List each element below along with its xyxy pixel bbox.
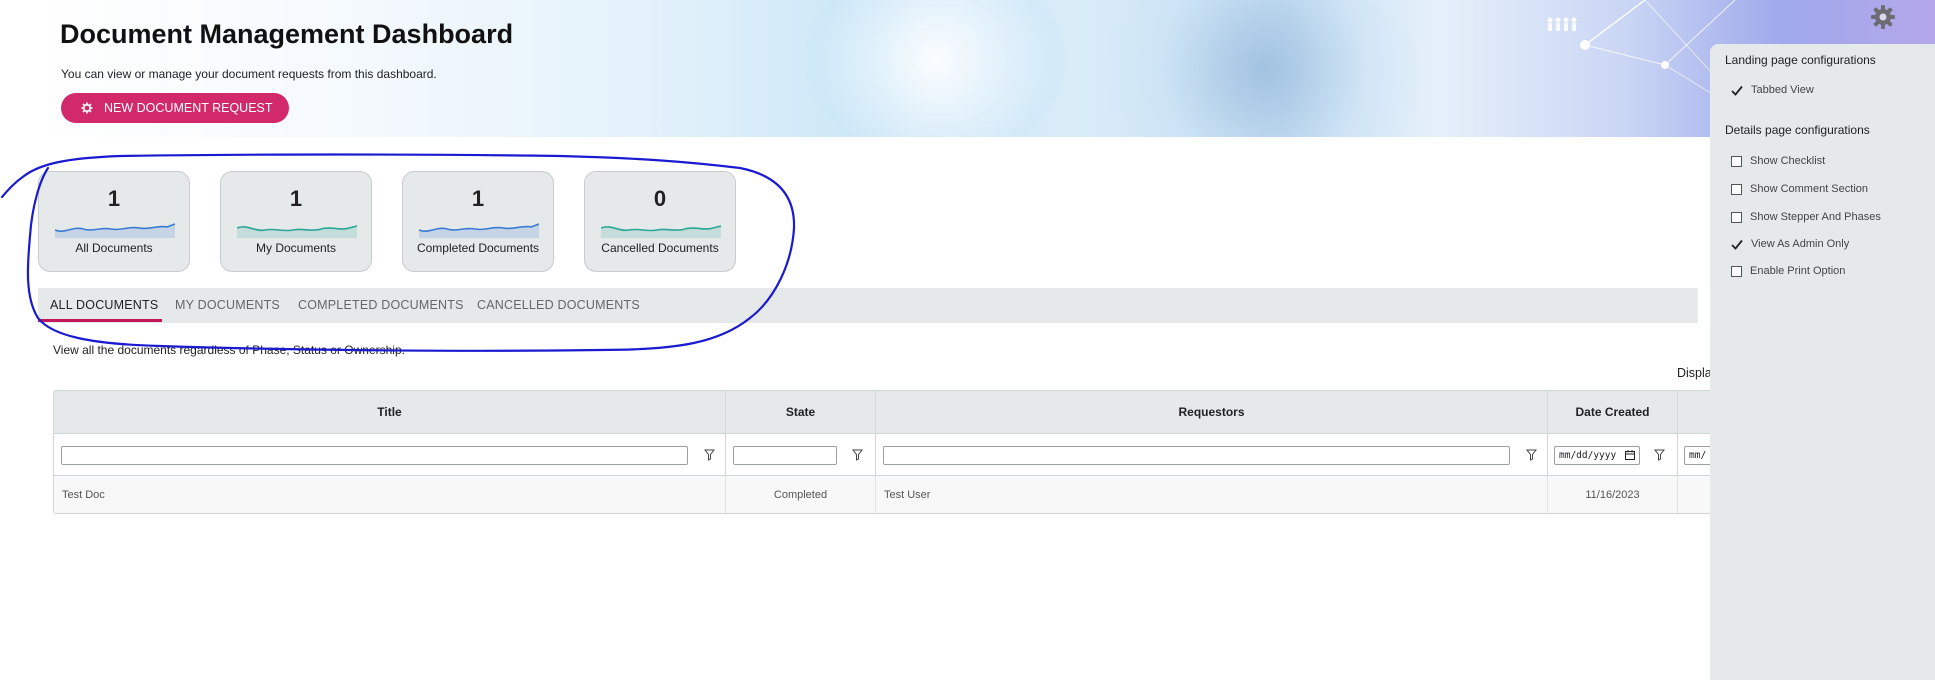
checkbox[interactable]: [1731, 265, 1742, 277]
option-view-as-admin-only[interactable]: View As Admin Only: [1731, 238, 1849, 250]
settings-gear-icon[interactable]: [1870, 4, 1896, 30]
option-show-stepper-and-phases[interactable]: Show Stepper And Phases: [1731, 211, 1881, 223]
gear-small-icon: [81, 102, 93, 114]
annotation-circle: [0, 153, 796, 352]
grid-filter-row: mm/dd/yyyy mm/: [54, 434, 1712, 476]
option-show-checklist[interactable]: Show Checklist: [1731, 155, 1825, 167]
column-header-partial[interactable]: [1678, 391, 1712, 434]
filter-cell-date-created: mm/dd/yyyy: [1548, 434, 1678, 476]
page-title: Document Management Dashboard: [60, 19, 514, 49]
checkbox[interactable]: [1731, 155, 1742, 167]
header-banner: Document Management Dashboard You can vi…: [25, 0, 1935, 137]
option-label: Show Checklist: [1750, 155, 1826, 167]
page-subtitle: You can view or manage your document req…: [61, 67, 437, 81]
state-filter-input[interactable]: [733, 446, 837, 465]
cell-requestors: Test User: [876, 476, 1548, 513]
requestors-filter-input[interactable]: [883, 446, 1510, 465]
filter-cell-title: [54, 434, 726, 476]
cell-state: Completed: [726, 476, 876, 513]
filter-funnel-icon[interactable]: [704, 449, 715, 461]
filter-funnel-icon[interactable]: [1654, 449, 1665, 461]
documents-grid: Title State Requestors Date Created mm/d…: [53, 390, 1713, 514]
filter-funnel-icon[interactable]: [852, 449, 863, 461]
option-label: Show Stepper And Phases: [1750, 211, 1881, 223]
option-label: Tabbed View: [1751, 84, 1814, 96]
option-show-comment-section[interactable]: Show Comment Section: [1731, 183, 1868, 195]
option-label: Enable Print Option: [1750, 265, 1846, 277]
new-document-request-label: NEW DOCUMENT REQUEST: [104, 101, 273, 115]
banner-eye-graphic: [1065, 0, 1425, 137]
checkbox[interactable]: [1731, 183, 1742, 195]
dashboard-page: Document Management Dashboard You can vi…: [0, 0, 1935, 680]
checkbox[interactable]: [1731, 211, 1742, 223]
option-tabbed-view[interactable]: Tabbed View: [1731, 84, 1814, 96]
column-header-state[interactable]: State: [726, 391, 876, 434]
cell-date-created: 11/16/2023: [1548, 476, 1678, 513]
column-header-title[interactable]: Title: [54, 391, 726, 434]
filter-funnel-icon[interactable]: [1526, 449, 1537, 461]
details-config-title: Details page configurations: [1725, 123, 1870, 137]
table-row[interactable]: Test Doc Completed Test User 11/16/2023: [54, 476, 1712, 513]
option-label: View As Admin Only: [1751, 238, 1850, 250]
checkmark-icon[interactable]: [1731, 85, 1743, 96]
filter-cell-partial: mm/: [1678, 434, 1712, 476]
checkmark-icon[interactable]: [1731, 239, 1743, 250]
cell-title: Test Doc: [54, 476, 726, 513]
option-enable-print-option[interactable]: Enable Print Option: [1731, 265, 1845, 277]
option-label: Show Comment Section: [1750, 183, 1868, 195]
date-placeholder: mm/dd/yyyy: [1559, 450, 1617, 461]
new-document-request-button[interactable]: NEW DOCUMENT REQUEST: [61, 93, 289, 123]
title-filter-input[interactable]: [61, 446, 688, 465]
calendar-icon[interactable]: [1625, 450, 1635, 460]
filter-cell-state: [726, 434, 876, 476]
grid-header: Title State Requestors Date Created: [54, 391, 1712, 434]
settings-panel: Landing page configurations Tabbed View …: [1710, 44, 1935, 680]
column-header-date-created[interactable]: Date Created: [1548, 391, 1678, 434]
date-created-filter-input[interactable]: mm/dd/yyyy: [1554, 446, 1640, 465]
partial-date-filter-input[interactable]: mm/: [1684, 446, 1712, 465]
banner-glow: [805, 0, 1065, 137]
landing-config-title: Landing page configurations: [1725, 53, 1876, 67]
column-header-requestors[interactable]: Requestors: [876, 391, 1548, 434]
filter-cell-requestors: [876, 434, 1548, 476]
display-label: Displa: [1677, 366, 1712, 380]
